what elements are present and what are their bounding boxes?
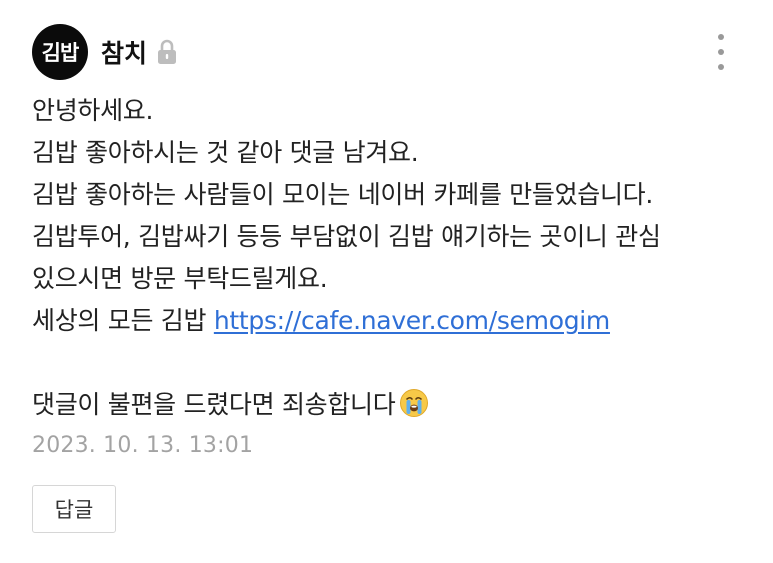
comment-timestamp: 2023. 10. 13. 13:01 — [32, 433, 254, 458]
comment-body: 안녕하세요. 김밥 좋아하시는 것 같아 댓글 남겨요. 김밥 좋아하는 사람들… — [32, 90, 747, 426]
cafe-link[interactable]: https://cafe.naver.com/semogim — [214, 306, 610, 335]
crying-face-icon — [399, 388, 429, 431]
comment-line: 김밥 좋아하는 사람들이 모이는 네이버 카페를 만들었습니다. — [32, 180, 654, 209]
comment-header: 김밥 참치 — [32, 24, 177, 80]
comment-line: 김밥투어, 김밥싸기 등등 부담없이 김밥 얘기하는 곳이니 관심 — [32, 222, 661, 251]
more-dot — [718, 64, 724, 70]
more-dot — [718, 49, 724, 55]
lock-icon — [157, 39, 177, 65]
comment-line: 있으시면 방문 부탁드릴게요. — [32, 264, 328, 293]
link-prefix: 세상의 모든 김밥 — [32, 306, 214, 335]
closing-text: 댓글이 불편을 드렸다면 죄송합니다 — [32, 390, 396, 419]
line-spacer — [32, 342, 747, 384]
comment-line: 김밥 좋아하시는 것 같아 댓글 남겨요. — [32, 138, 419, 167]
reply-button[interactable]: 답글 — [32, 485, 116, 533]
comment-card: 김밥 참치 안녕하세요. 김밥 좋아하시는 것 같아 댓글 남겨요. 김밥 좋아… — [0, 0, 773, 563]
avatar[interactable]: 김밥 — [32, 24, 88, 80]
comment-link-line: 세상의 모든 김밥 https://cafe.naver.com/semogim — [32, 300, 747, 342]
more-options-icon[interactable] — [709, 34, 733, 70]
avatar-text: 김밥 — [41, 41, 80, 65]
more-dot — [718, 34, 724, 40]
author-name[interactable]: 참치 — [101, 34, 147, 70]
comment-closing-line: 댓글이 불편을 드렸다면 죄송합니다 — [32, 384, 747, 426]
comment-line: 안녕하세요. — [32, 96, 154, 125]
